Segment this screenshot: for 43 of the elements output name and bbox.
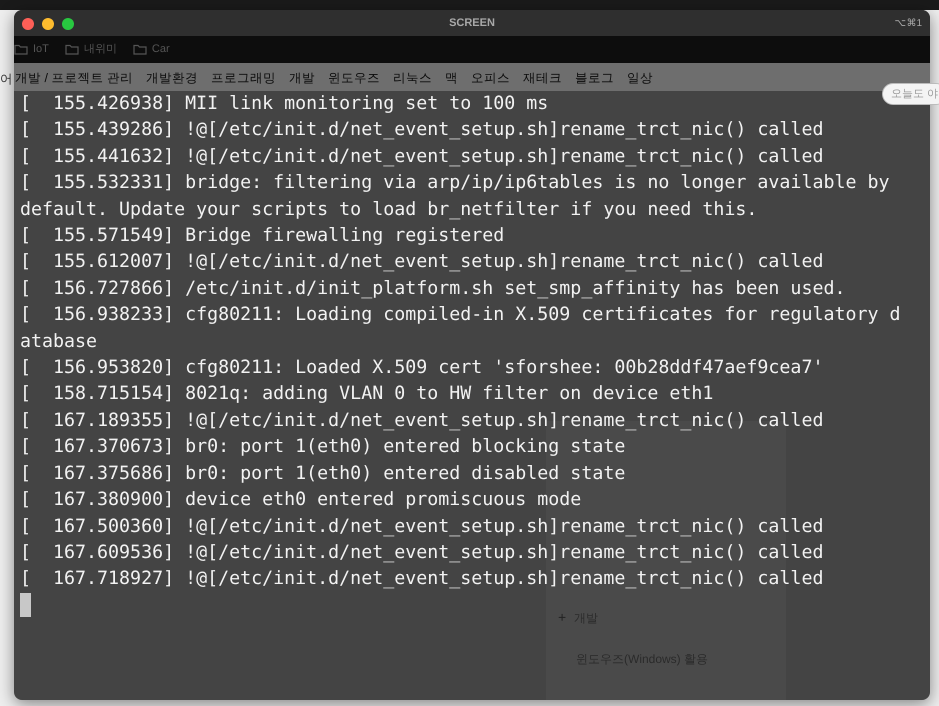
terminal-line: [ 155.441632] !@[/etc/init.d/net_event_setup.sh]rename_trct_nic() called: [20, 144, 824, 169]
nav-item[interactable]: 개발 / 프로젝트 관리: [15, 68, 133, 88]
nav-item[interactable]: 오피스: [470, 68, 510, 88]
bookmark-link[interactable]: 내위미: [84, 41, 117, 58]
shortcut-label: ⌥⌘1: [894, 17, 922, 31]
terminal-line: [ 167.189355] !@[/etc/init.d/net_event_setup.sh]rename_trct_nic() called: [20, 408, 824, 433]
folder-icon: [64, 44, 79, 55]
terminal-line: [ 155.612007] !@[/etc/init.d/net_event_setup.sh]rename_trct_nic() called: [20, 250, 824, 274]
terminal-line: [ 167.609536] !@[/etc/init.d/net_event_setup.sh]rename_trct_nic() called: [20, 540, 824, 565]
nav-item[interactable]: 리눅스: [392, 68, 432, 88]
terminal-line: [ 156.953820] cfg80211: Loaded X.509 cert 'sforshee: 00b28ddf47aef9cea7': [20, 356, 824, 380]
nav-item[interactable]: 어: [0, 70, 13, 89]
minimize-button[interactable]: [42, 18, 54, 30]
folder-icon: [132, 44, 147, 55]
terminal-line: [ 167.375686] br0: port 1(eth0) entered disabled state: [20, 462, 626, 486]
nav-item[interactable]: 일상: [626, 68, 653, 88]
badge-button[interactable]: 오늘도 야: [882, 83, 939, 105]
window-title: SCREEN: [449, 16, 495, 31]
nav-item[interactable]: 프로그래밍: [210, 68, 276, 88]
terminal-line: [ 155.532331] bridge: filtering via arp/ip/ip6tables is no longer available by: [20, 171, 890, 196]
zoom-button[interactable]: [62, 18, 74, 30]
bookmark-link[interactable]: Car: [152, 41, 170, 58]
terminal-line: [ 167.500360] !@[/etc/init.d/net_event_setup.sh]rename_trct_nic() called: [20, 514, 824, 538]
nav-item[interactable]: 블로그: [574, 68, 614, 88]
close-button[interactable]: [22, 18, 34, 30]
terminal-line: [ 156.938233] cfg80211: Loading compiled-in X.509 certificates for regulatory d: [20, 303, 900, 328]
nav-item[interactable]: 재테크: [522, 68, 562, 88]
nav-item[interactable]: 개발: [288, 68, 315, 88]
bookmark-link[interactable]: IoT: [33, 41, 49, 58]
terminal-line: [ 155.571549] Bridge firewalling registered: [20, 224, 504, 248]
nav-item[interactable]: 개발환경: [146, 68, 198, 88]
terminal-line: [ 167.380900] device eth0 entered promiscuous mode: [20, 488, 582, 512]
terminal-line: [ 158.715154] 8021q: adding VLAN 0 to HW filter on device eth1: [20, 382, 714, 406]
nav-item[interactable]: 맥: [444, 68, 458, 88]
folder-icon: [14, 44, 28, 55]
nav-item[interactable]: 윈도우즈: [328, 68, 380, 88]
terminal-line: default. Update your scripts to load br_netfilter if you need this.: [20, 198, 758, 222]
terminal-line: [ 167.370673] br0: port 1(eth0) entered blocking state: [20, 435, 626, 460]
terminal-line: [ 167.718927] !@[/etc/init.d/net_event_setup.sh]rename_trct_nic() called: [20, 567, 824, 592]
terminal-line: atabase: [20, 330, 98, 354]
terminal-line: [ 155.426938] MII link monitoring set to 100 ms: [20, 92, 548, 116]
terminal-line: [ 156.727866] /etc/init.d/init_platform.sh set_smp_affinity has been used.: [20, 276, 846, 301]
terminal-line: [ 155.439286] !@[/etc/init.d/net_event_setup.sh]rename_trct_nic() called: [20, 118, 824, 142]
